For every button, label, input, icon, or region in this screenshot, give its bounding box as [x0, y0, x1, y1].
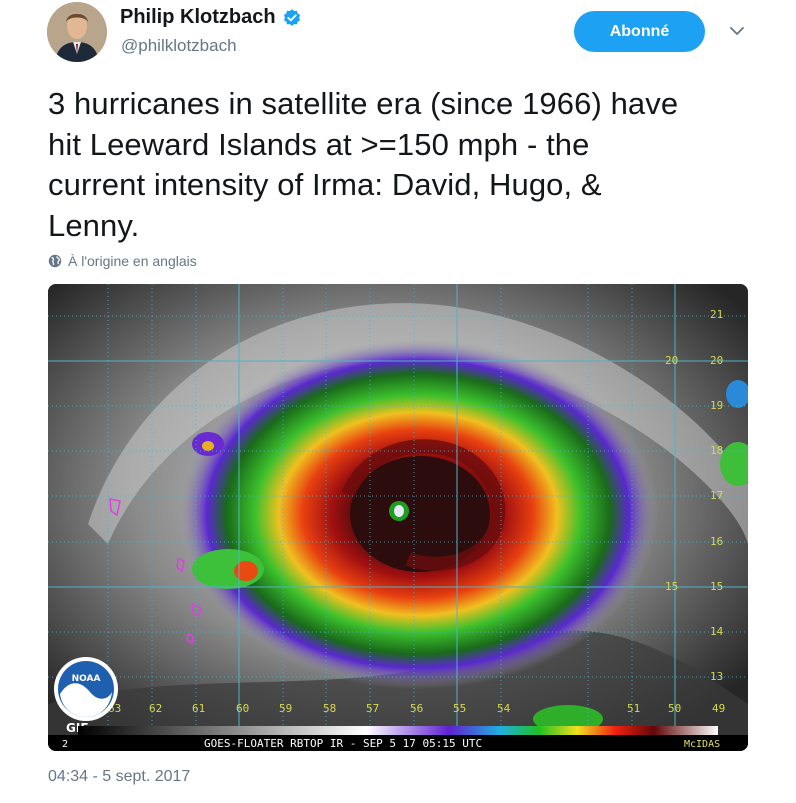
lon-label: 56	[410, 702, 423, 715]
lat-label: 16	[710, 535, 723, 548]
grid-label: 15	[665, 580, 678, 593]
lon-label: 59	[279, 702, 292, 715]
lon-label: 61	[192, 702, 205, 715]
tweet-media-gif[interactable]: 21 20 19 18 17 16 15 14 13 20 15 63 62 6…	[48, 284, 748, 751]
lon-label: 58	[323, 702, 336, 715]
lat-label: 13	[710, 670, 723, 683]
tweet-text: 3 hurricanes in satellite era (since 196…	[48, 84, 748, 246]
verified-badge-icon	[283, 8, 300, 26]
lon-label: 55	[453, 702, 466, 715]
tweet-line: hit Leeward Islands at >=150 mph - the	[48, 126, 590, 162]
satellite-image: 21 20 19 18 17 16 15 14 13 20 15 63 62 6…	[48, 284, 748, 751]
lon-label: 60	[236, 702, 249, 715]
lat-label: 15	[710, 580, 723, 593]
chevron-down-icon[interactable]	[728, 24, 746, 38]
frame-number: 2	[62, 739, 68, 750]
tweet-line: current intensity of Irma: David, Hugo, …	[48, 167, 602, 202]
lat-label: 18	[710, 444, 723, 457]
lat-label: 14	[710, 625, 724, 638]
noaa-text: NOAA	[72, 674, 101, 684]
globe-icon	[48, 254, 62, 268]
lon-label: 49	[712, 702, 725, 715]
lat-label: 21	[710, 308, 723, 321]
mcidas-label: McIDAS	[684, 739, 720, 750]
author-handle[interactable]: @philklotzbach	[121, 36, 237, 56]
lat-label: 19	[710, 399, 723, 412]
image-caption: GOES-FLOATER RBTOP IR - SEP 5 17 05:15 U…	[204, 737, 482, 750]
author-name-row[interactable]: Philip Klotzbach	[120, 6, 302, 29]
tweet-timestamp[interactable]: 04:34 - 5 sept. 2017	[48, 768, 190, 786]
lat-label: 20	[710, 354, 723, 367]
grid-label: 20	[665, 354, 678, 367]
following-button[interactable]: Abonné	[574, 11, 705, 52]
translation-note[interactable]: À l'origine en anglais	[48, 253, 197, 269]
lon-label: 57	[366, 702, 379, 715]
tweet-line: 3 hurricanes in satellite era (since 196…	[48, 86, 679, 121]
translation-note-text: À l'origine en anglais	[68, 253, 197, 269]
lon-label: 54	[497, 702, 511, 715]
avatar-photo	[47, 2, 107, 62]
lon-label: 62	[149, 702, 162, 715]
lon-label: 51	[627, 702, 640, 715]
noaa-logo: NOAA	[54, 657, 118, 721]
avatar[interactable]	[47, 2, 107, 62]
lat-label: 17	[710, 489, 723, 502]
tweet-line: Lenny.	[48, 207, 140, 243]
lon-label: 50	[668, 702, 681, 715]
author-name[interactable]: Philip Klotzbach	[120, 6, 276, 29]
